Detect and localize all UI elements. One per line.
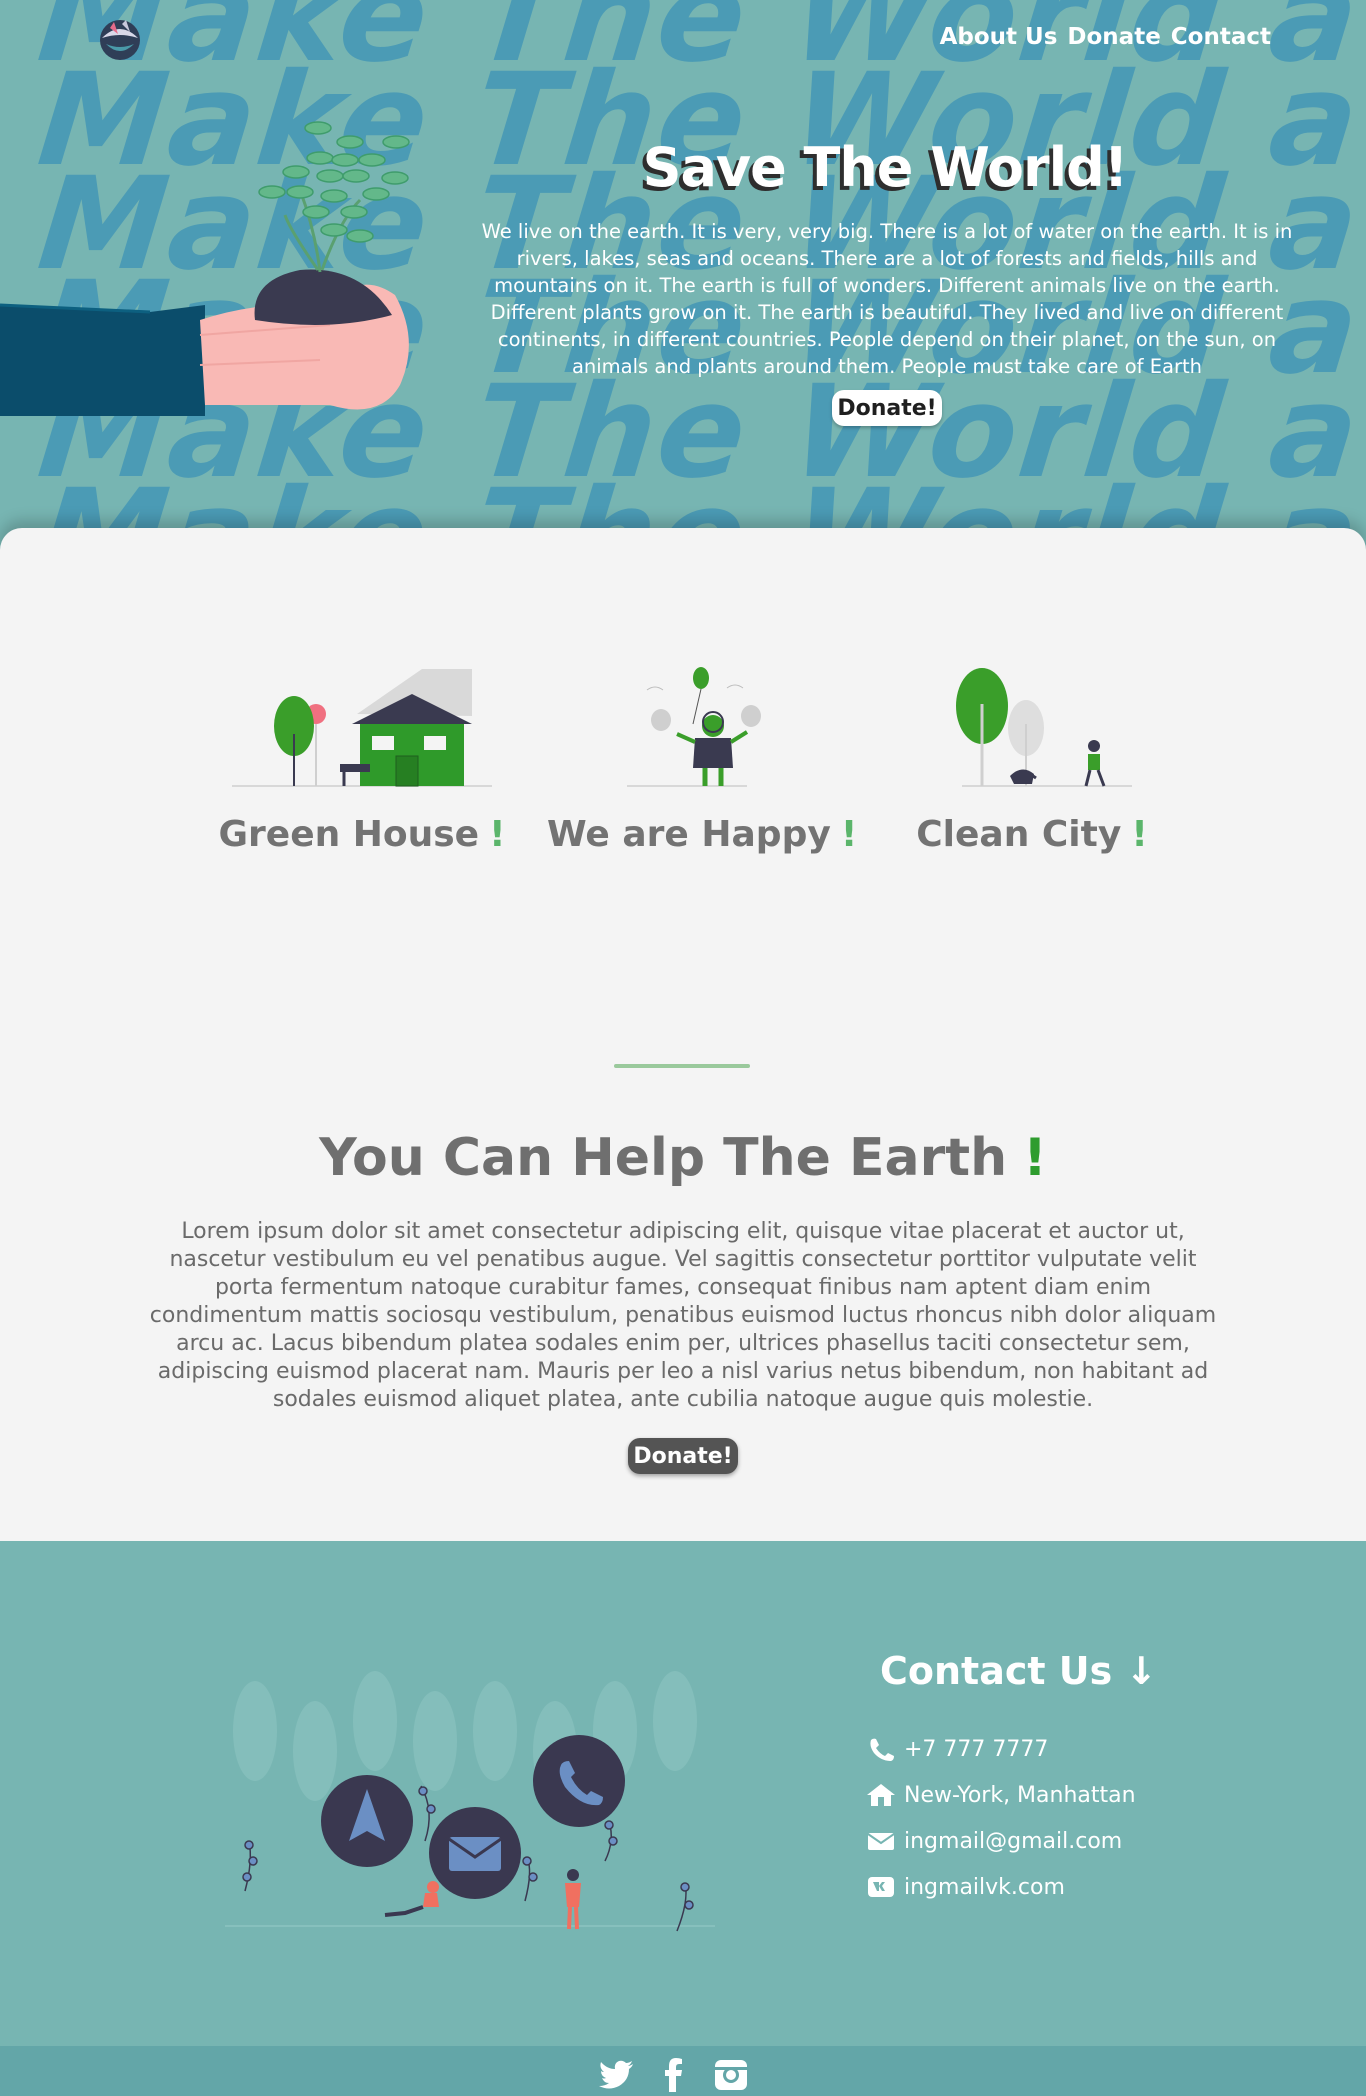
feature-label-we-are-happy: We are Happy! [547, 814, 858, 855]
contact-list: +7 777 7777 New-York, Manhattan ingmail@… [866, 1726, 1136, 1910]
clean-city-illustration [956, 668, 1132, 787]
hero-description: We live on the earth. It is very, very b… [481, 220, 1293, 378]
vk-icon [866, 1874, 896, 1900]
hero-title: Save The World! [642, 136, 1129, 199]
feature-clean-city: Clean City! [882, 664, 1182, 855]
phone-icon [866, 1736, 896, 1762]
contact-phone[interactable]: +7 777 7777 [866, 1726, 1136, 1772]
logo[interactable] [96, 14, 144, 62]
feature-label-green-house: Green House! [218, 814, 506, 855]
help-section-text: Lorem ipsum dolor sit amet consectetur a… [149, 1219, 1217, 1412]
nav-about-us[interactable]: About Us [940, 24, 1058, 50]
hands-holding-plant-illustration [0, 120, 420, 430]
section-divider [614, 1064, 750, 1068]
happy-person-illustration [627, 667, 761, 787]
home-icon [866, 1782, 896, 1808]
help-donate-button[interactable]: Donate! [628, 1438, 738, 1474]
hero-donate-button[interactable]: Donate! [832, 390, 942, 426]
feature-label-clean-city: Clean City! [916, 814, 1148, 855]
feature-we-are-happy: We are Happy! [547, 664, 858, 855]
green-house-illustration [232, 669, 492, 787]
hero-section: Make The World a Better Make The World a… [0, 0, 1366, 540]
contact-section: Contact Us ↓ +7 777 7777 New-York, Manha… [0, 1541, 1366, 2046]
main-nav: About Us Donate Contact [940, 24, 1271, 50]
feature-green-house: Green House! [212, 664, 512, 855]
contact-email[interactable]: ingmail@gmail.com [866, 1818, 1136, 1864]
contact-address[interactable]: New-York, Manhattan [866, 1772, 1136, 1818]
envelope-icon [866, 1828, 896, 1854]
main-content: Green House! We are Happy! Clean City ! … [0, 528, 1366, 1541]
contact-illustration [225, 1661, 715, 1941]
contact-title: Contact Us ↓ [880, 1649, 1158, 1693]
twitter-icon[interactable] [595, 2058, 639, 2096]
nav-contact[interactable]: Contact [1171, 24, 1271, 50]
contact-vk[interactable]: ingmailvk.com [866, 1864, 1136, 1910]
help-section-title: You Can Help The Earth! [319, 1128, 1047, 1188]
facebook-icon[interactable] [652, 2058, 696, 2096]
instagram-icon[interactable] [709, 2058, 753, 2096]
nav-donate[interactable]: Donate [1067, 24, 1160, 50]
